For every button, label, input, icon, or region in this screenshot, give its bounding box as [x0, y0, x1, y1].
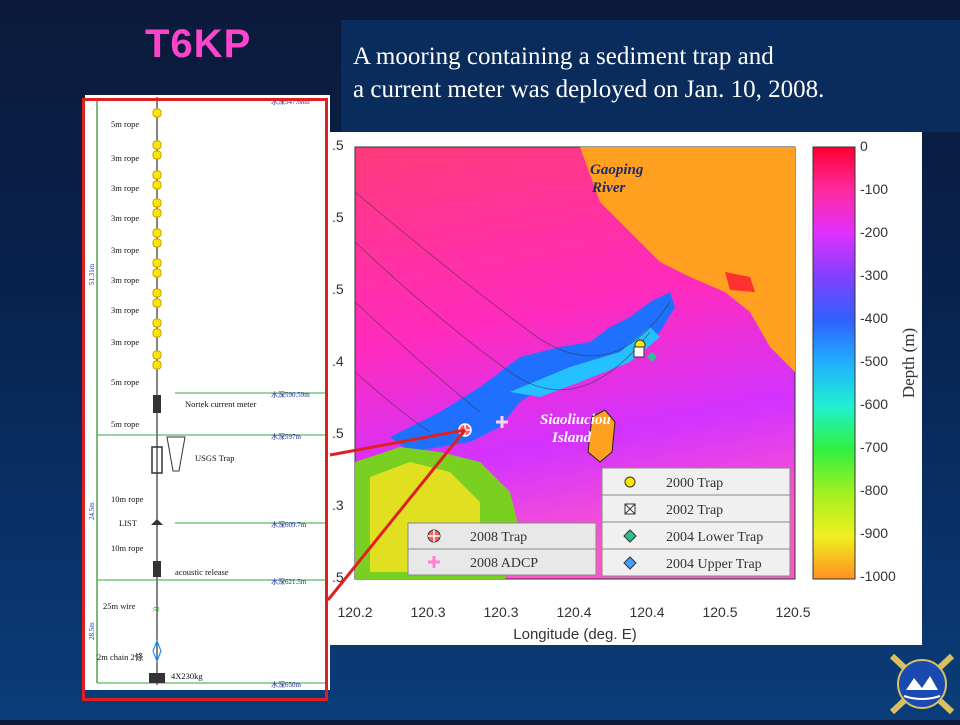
float-buoys: [152, 108, 162, 370]
mooring-diagram: ≈ 5m rope 3m rope 3m rope 3m rope 3m rop…: [85, 95, 330, 690]
river-label-line1: Gaoping: [590, 162, 644, 178]
depth-label: 水深621.5m: [271, 577, 307, 586]
svg-text:.5: .5: [332, 209, 344, 225]
svg-text:-600: -600: [860, 396, 888, 412]
svg-text:.3: .3: [332, 497, 344, 513]
island-label-line1: Siaoliuciou: [540, 412, 611, 428]
svg-text:120.4: 120.4: [556, 604, 591, 620]
svg-text:-800: -800: [860, 482, 888, 498]
rope-label: 3m rope: [111, 275, 139, 285]
swivel-icon: ≈: [153, 602, 160, 616]
trap-icon: [166, 436, 186, 472]
rope-label: 10m rope: [111, 494, 144, 504]
rope-label: 5m rope: [111, 377, 139, 387]
release-icon: [153, 561, 161, 577]
rope-label: 3m rope: [111, 337, 139, 347]
x-axis-label: Longitude (deg. E): [513, 626, 636, 643]
map-svg: Gaoping River Siaoliuciou Island 2000 Tr…: [332, 137, 918, 643]
colorbar-ticks: 0 -100 -200 -300 -400 -500 -600 -700 -80…: [860, 138, 896, 584]
legend-label: 2004 Lower Trap: [666, 530, 763, 545]
rope-label: 10m rope: [111, 543, 144, 553]
colorbar-label: Depth (m): [899, 328, 918, 398]
depth-label: 水深547.68m: [271, 97, 310, 106]
depth-label: 水深590.59m: [271, 390, 310, 399]
current-meter-icon: [153, 395, 161, 413]
rope-label: 3m rope: [111, 183, 139, 193]
caption-line-1: A mooring containing a sediment trap and: [353, 43, 774, 70]
svg-text:120.4: 120.4: [629, 604, 664, 620]
y-ticks: .5 .5 .5 .4 .5 .3 .5: [332, 137, 344, 585]
svg-text:.5: .5: [332, 425, 344, 441]
length-label: 28.5m: [88, 622, 96, 640]
depth-label: 水深650m: [271, 680, 301, 689]
colorbar: [812, 146, 856, 580]
list-icon: [151, 519, 163, 525]
anchor-icon: [149, 673, 165, 683]
yellow-circle-icon: [624, 476, 636, 488]
svg-text:120.5: 120.5: [775, 604, 810, 620]
svg-text:120.3: 120.3: [410, 604, 445, 620]
trap-label: USGS Trap: [195, 453, 234, 463]
release-label: acoustic release: [175, 567, 229, 577]
rope-label: 25m wire: [103, 601, 136, 611]
svg-text:-700: -700: [860, 439, 888, 455]
current-meter-label: Nortek current meter: [185, 399, 256, 409]
svg-text:-400: -400: [860, 310, 888, 326]
svg-text:120.3: 120.3: [483, 604, 518, 620]
depth-label: 水深609.7m: [271, 520, 307, 529]
legend-left: 2008 Trap 2008 ADCP: [407, 522, 597, 576]
svg-text:-500: -500: [860, 353, 888, 369]
svg-text:120.2: 120.2: [337, 604, 372, 620]
svg-text:0: 0: [860, 138, 868, 154]
rope-label: 5m rope: [111, 419, 139, 429]
caption-box: A mooring containing a sediment trap and…: [341, 20, 960, 132]
x-ticks: 120.2 120.3 120.3 120.4 120.4 120.5 120.…: [337, 604, 810, 620]
length-label: 51.31m: [88, 263, 96, 285]
rope-label: 3m rope: [111, 305, 139, 315]
island-label-line2: Island: [551, 430, 592, 446]
svg-text:-1000: -1000: [860, 568, 896, 584]
depth-label: 水深597m: [271, 432, 301, 441]
svg-text:.4: .4: [332, 353, 344, 369]
mooring-svg: ≈ 5m rope 3m rope 3m rope 3m rope 3m rop…: [88, 97, 325, 689]
rope-label: 5m rope: [111, 119, 139, 129]
rope-label: 3m rope: [111, 153, 139, 163]
rope-label: 2m chain 2條: [97, 652, 144, 662]
legend-label: 2008 Trap: [470, 530, 527, 545]
length-label: 24.5m: [88, 502, 96, 520]
caption-line-2: a current meter was deployed on Jan. 10,…: [353, 76, 825, 103]
svg-text:120.5: 120.5: [702, 604, 737, 620]
river-label-line2: River: [591, 180, 625, 196]
bathymetry-map: Gaoping River Siaoliuciou Island 2000 Tr…: [330, 132, 922, 645]
svg-text:.5: .5: [332, 137, 344, 153]
rope-label: 3m rope: [111, 213, 139, 223]
legend-label: 2008 ADCP: [470, 556, 538, 571]
svg-text:-300: -300: [860, 267, 888, 283]
institution-logo: [884, 648, 960, 720]
legend-label: 2002 Trap: [666, 503, 723, 518]
svg-text:-200: -200: [860, 224, 888, 240]
list-label: LIST: [119, 518, 138, 528]
legend-label: 2004 Upper Trap: [666, 557, 762, 572]
slide-title: T6KP: [145, 22, 252, 66]
legend-label: 2000 Trap: [666, 476, 723, 491]
rope-label: 3m rope: [111, 245, 139, 255]
svg-text:.5: .5: [332, 281, 344, 297]
marker-2002-trap: [633, 346, 645, 358]
svg-text:-100: -100: [860, 181, 888, 197]
legend-right: 2000 Trap 2002 Trap 2004 Lower Trap 2004…: [601, 467, 791, 577]
svg-text:.5: .5: [332, 569, 344, 585]
svg-text:-900: -900: [860, 525, 888, 541]
anchor-label: 4X230kg: [171, 671, 203, 681]
